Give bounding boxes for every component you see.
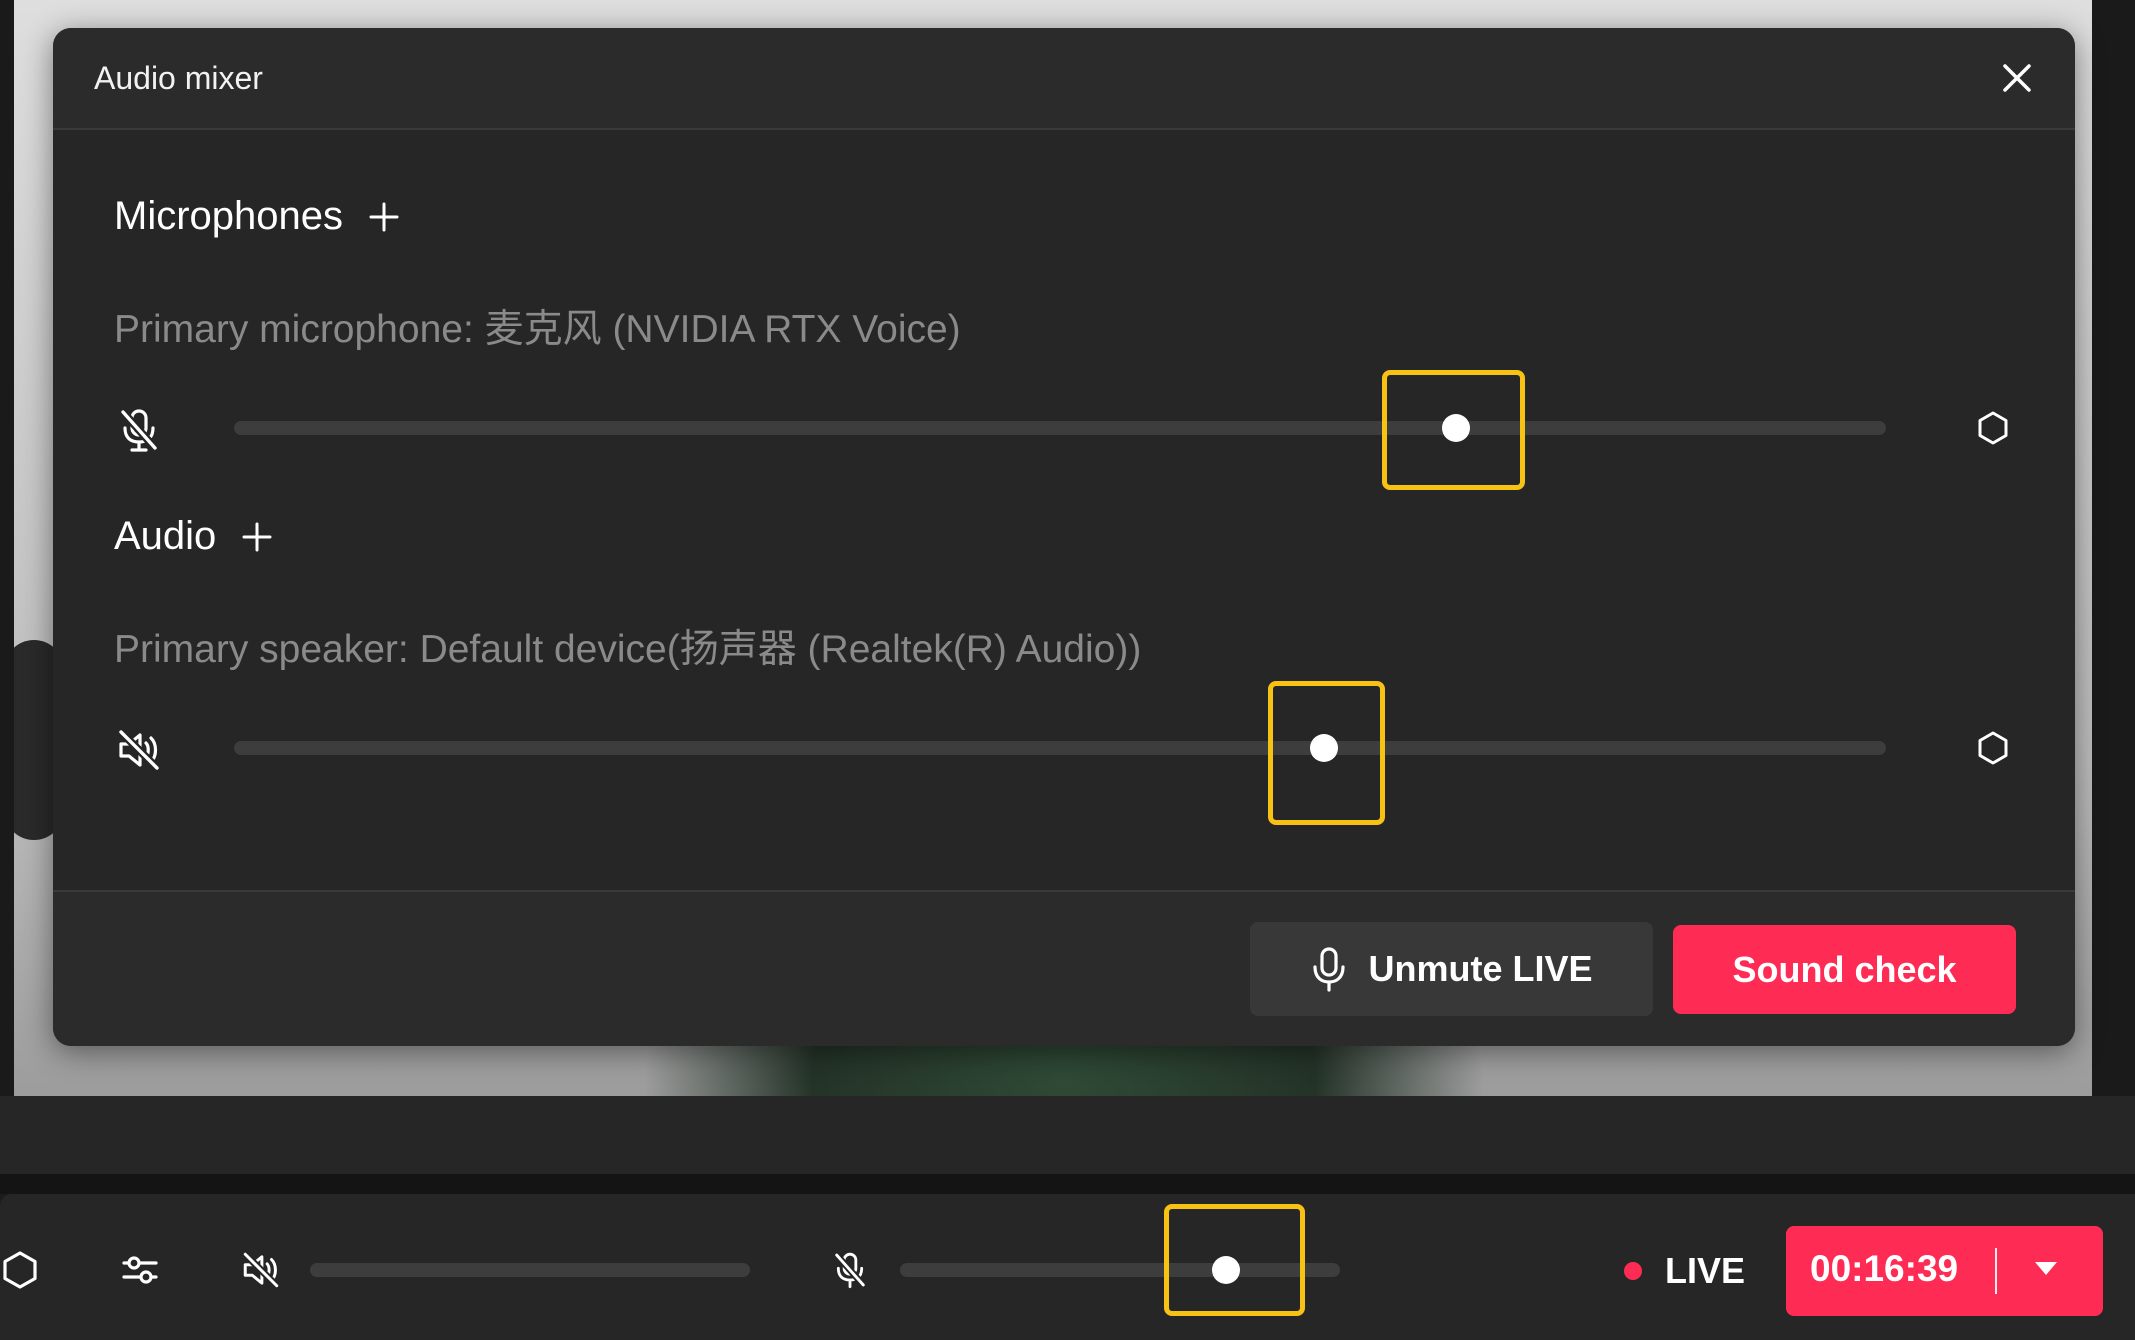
microphone-settings-gear-icon[interactable] xyxy=(1975,410,2011,446)
settings-gear-icon[interactable] xyxy=(0,1250,40,1290)
dialog-title: Audio mixer xyxy=(94,59,263,96)
mic-muted-icon[interactable] xyxy=(115,406,163,454)
divider xyxy=(0,1174,2135,1194)
speaker-muted-icon[interactable] xyxy=(240,1249,282,1291)
sound-check-button[interactable]: Sound check xyxy=(1673,925,2016,1014)
preview-right-edge xyxy=(2092,0,2135,1096)
microphones-section-title: Microphones xyxy=(114,194,399,239)
live-label: LIVE xyxy=(1665,1250,1746,1291)
live-indicator-dot xyxy=(1624,1262,1642,1280)
sound-check-label: Sound check xyxy=(1732,948,1957,990)
add-microphone-plus-icon[interactable] xyxy=(369,202,399,232)
speaker-volume-slider[interactable] xyxy=(310,1263,750,1277)
microphone-volume-slider[interactable] xyxy=(234,414,1886,442)
highlight-box xyxy=(1164,1204,1305,1316)
sliders-icon[interactable] xyxy=(120,1250,160,1290)
dialog-footer: Unmute LIVE Sound check xyxy=(53,890,2075,1046)
primary-speaker-label: Primary speaker: Default device(扬声器 (Rea… xyxy=(114,628,1142,671)
dialog-header: Audio mixer xyxy=(53,28,2075,130)
live-timer: 00:16:39 xyxy=(1810,1248,1959,1289)
audio-settings-gear-icon[interactable] xyxy=(1975,730,2011,766)
preview-footer-strip xyxy=(0,1096,2135,1174)
timer-divider xyxy=(1995,1248,1997,1294)
audio-volume-slider[interactable] xyxy=(234,734,1886,762)
close-icon[interactable] xyxy=(1999,60,2035,96)
add-audio-plus-icon[interactable] xyxy=(242,522,272,552)
unmute-live-button[interactable]: Unmute LIVE xyxy=(1250,922,1653,1016)
audio-mixer-dialog: Audio mixer Microphones Primary micropho… xyxy=(53,28,2075,1046)
highlight-box xyxy=(1382,370,1525,490)
microphones-title: Microphones xyxy=(114,194,344,238)
mic-muted-icon[interactable] xyxy=(830,1248,870,1292)
speaker-muted-icon[interactable] xyxy=(115,726,163,774)
highlight-box xyxy=(1268,681,1385,825)
preview-left-edge xyxy=(0,0,14,1096)
audio-section-title: Audio xyxy=(114,514,272,559)
audio-title: Audio xyxy=(114,514,217,558)
bottom-control-bar: LIVE 00:16:39 xyxy=(0,1194,2135,1340)
microphone-icon xyxy=(1313,947,1346,992)
primary-microphone-label: Primary microphone: 麦克风 (NVIDIA RTX Voic… xyxy=(114,308,961,351)
unmute-live-label: Unmute LIVE xyxy=(1368,948,1593,989)
live-timer-button[interactable]: 00:16:39 xyxy=(1786,1226,2103,1316)
chevron-down-icon[interactable] xyxy=(2035,1262,2057,1275)
